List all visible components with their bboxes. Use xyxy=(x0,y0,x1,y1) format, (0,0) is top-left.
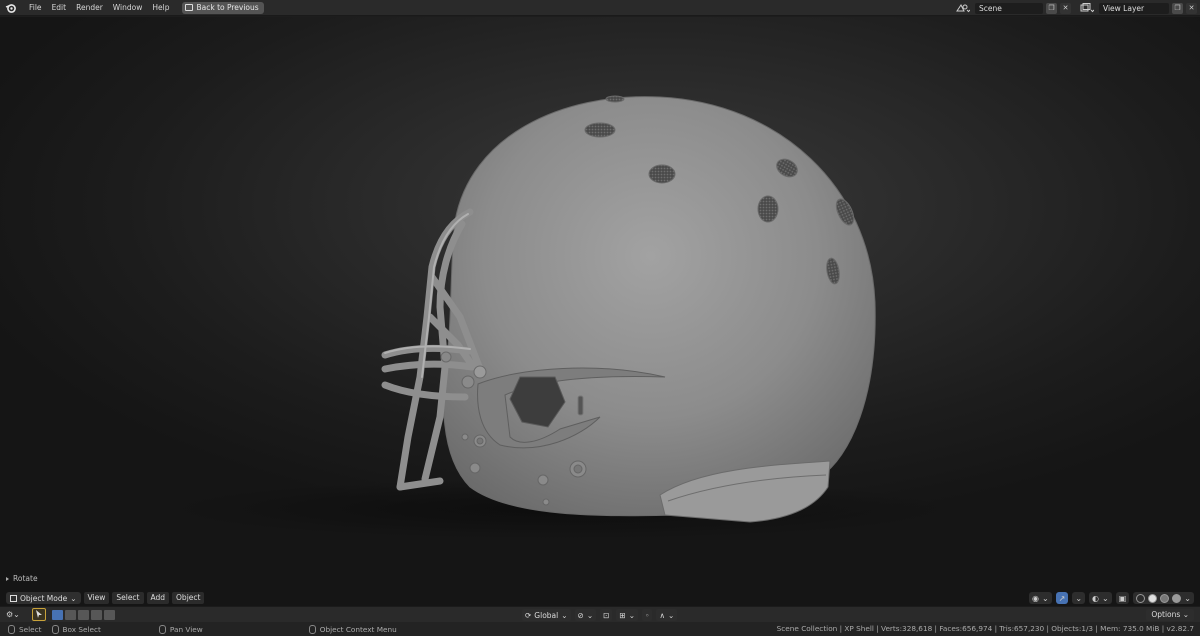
status-select: Select xyxy=(8,624,42,634)
menu-file[interactable]: File xyxy=(24,1,47,15)
last-operator-label: Rotate xyxy=(13,574,38,583)
viewport-menu-select[interactable]: Select xyxy=(112,592,144,604)
falloff-dropdown[interactable]: ∧ ⌄ xyxy=(656,609,678,621)
menu-help[interactable]: Help xyxy=(147,1,174,15)
gizmo-dropdown[interactable]: ⌄ xyxy=(1072,592,1086,604)
expand-triangle-icon xyxy=(6,576,9,581)
workspace-selectors: Scene ❐ ✕ View Layer ❐ ✕ xyxy=(954,0,1200,16)
orientation-dropdown[interactable]: ⟳ Global ⌄ xyxy=(522,609,571,621)
tool-header: ⚙⌄ ⟳ Global ⌄ ⊘ ⌄ ⊡ ⊞ ⌄ ◦ ∧ ⌄ Options ⌄ xyxy=(0,606,1200,622)
rendered-shading-icon[interactable] xyxy=(1172,593,1182,603)
new-view-layer-icon[interactable]: ❐ xyxy=(1172,2,1183,14)
status-select-label: Select xyxy=(19,624,42,634)
menu-render[interactable]: Render xyxy=(71,1,108,15)
back-icon xyxy=(185,4,194,11)
mouse-drag-icon xyxy=(51,624,59,634)
status-box-select: Box Select xyxy=(51,624,101,634)
status-box-select-label: Box Select xyxy=(62,624,101,634)
snap-increment-icon: ⊞ xyxy=(619,610,626,620)
orientation-label: Global xyxy=(534,610,559,620)
xray-toggle[interactable]: ▣ xyxy=(1115,592,1130,604)
select-subtract-icon[interactable] xyxy=(77,609,89,620)
mouse-right-icon xyxy=(308,624,316,634)
select-new-icon[interactable] xyxy=(51,609,63,620)
overlays-icon: ◐ xyxy=(1092,593,1100,603)
delete-view-layer-icon[interactable]: ✕ xyxy=(1186,2,1197,14)
status-bar: Select Box Select Pan View Object Contex… xyxy=(0,622,1200,636)
object-mode-label: Object Mode xyxy=(20,593,68,603)
object-mode-dropdown[interactable]: Object Mode ⌄ xyxy=(6,592,81,604)
object-mode-icon xyxy=(10,594,17,602)
wireframe-shading-icon[interactable] xyxy=(1136,593,1146,603)
top-bar: File Edit Render Window Help Back to Pre… xyxy=(0,0,1200,16)
solid-shading-icon[interactable] xyxy=(1148,593,1158,603)
scene-statistics: Scene Collection | XP Shell | Verts:328,… xyxy=(776,624,1194,633)
viewport-menu-add[interactable]: Add xyxy=(146,592,170,604)
menu-window[interactable]: Window xyxy=(108,1,148,15)
material-preview-icon[interactable] xyxy=(1160,593,1170,603)
snap-toggle[interactable]: ⊡ xyxy=(600,609,613,621)
scene-icon[interactable] xyxy=(954,2,972,14)
status-context-menu-label: Object Context Menu xyxy=(319,624,397,634)
view-layer-name-field[interactable]: View Layer xyxy=(1099,2,1169,14)
view-layer-icon[interactable] xyxy=(1078,2,1096,14)
eye-icon: ◉ xyxy=(1031,593,1039,603)
select-invert-icon[interactable] xyxy=(90,609,102,620)
mouse-middle-icon xyxy=(158,624,166,634)
proportional-edit-icon: ◦ xyxy=(645,610,650,620)
xray-icon: ▣ xyxy=(1118,593,1127,603)
snap-dropdown[interactable]: ⊞ ⌄ xyxy=(616,609,639,621)
viewport-header: Object Mode ⌄ View Select Add Object ◉ ⌄ … xyxy=(0,590,1200,606)
snap-icon: ⊡ xyxy=(603,610,610,620)
select-intersect-icon[interactable] xyxy=(103,609,115,620)
shading-dropdown-icon[interactable]: ⌄ xyxy=(1184,594,1191,603)
options-label: Options xyxy=(1151,610,1181,619)
back-to-previous-label: Back to Previous xyxy=(196,3,259,12)
overlays-toggle[interactable]: ◐ ⌄ xyxy=(1089,592,1112,604)
options-dropdown[interactable]: Options ⌄ xyxy=(1146,609,1194,621)
status-pan-view: Pan View xyxy=(158,624,203,634)
viewport-menu-object[interactable]: Object xyxy=(172,592,205,604)
menu-edit[interactable]: Edit xyxy=(47,1,72,15)
pivot-dropdown[interactable]: ⊘ ⌄ xyxy=(574,609,597,621)
gizmo-toggle[interactable]: ↗ xyxy=(1055,592,1069,604)
tool-settings-icon[interactable]: ⚙⌄ xyxy=(6,610,20,619)
helmet-shell xyxy=(443,96,876,517)
orientation-icon: ⟳ xyxy=(525,610,532,620)
new-scene-icon[interactable]: ❐ xyxy=(1046,2,1057,14)
viewport-menu-view[interactable]: View xyxy=(83,592,110,604)
chevron-down-icon: ⌄ xyxy=(70,593,77,603)
pivot-icon: ⊘ xyxy=(577,610,584,620)
status-context-menu: Object Context Menu xyxy=(308,624,397,634)
falloff-icon: ∧ xyxy=(659,610,665,620)
transform-tools: ⟳ Global ⌄ ⊘ ⌄ ⊡ ⊞ ⌄ ◦ ∧ ⌄ xyxy=(522,609,678,621)
select-extend-icon[interactable] xyxy=(64,609,76,620)
scene-name-field[interactable]: Scene xyxy=(975,2,1043,14)
visibility-dropdown[interactable]: ◉ ⌄ xyxy=(1028,592,1052,604)
last-operator-panel[interactable]: Rotate xyxy=(6,574,38,583)
back-to-previous-button[interactable]: Back to Previous xyxy=(182,1,264,14)
gizmo-icon: ↗ xyxy=(1058,593,1066,603)
mouse-left-icon xyxy=(8,624,15,634)
shading-modes: ⌄ xyxy=(1133,592,1194,604)
proportional-edit-toggle[interactable]: ◦ xyxy=(642,609,653,621)
3d-viewport[interactable]: Rotate Object Mode ⌄ View Select Add Obj… xyxy=(0,17,1200,606)
blender-logo-icon[interactable] xyxy=(4,1,18,15)
delete-scene-icon[interactable]: ✕ xyxy=(1060,2,1071,14)
helmet-render xyxy=(170,95,950,539)
select-tool-icon[interactable] xyxy=(31,608,46,621)
status-pan-view-label: Pan View xyxy=(169,624,203,634)
